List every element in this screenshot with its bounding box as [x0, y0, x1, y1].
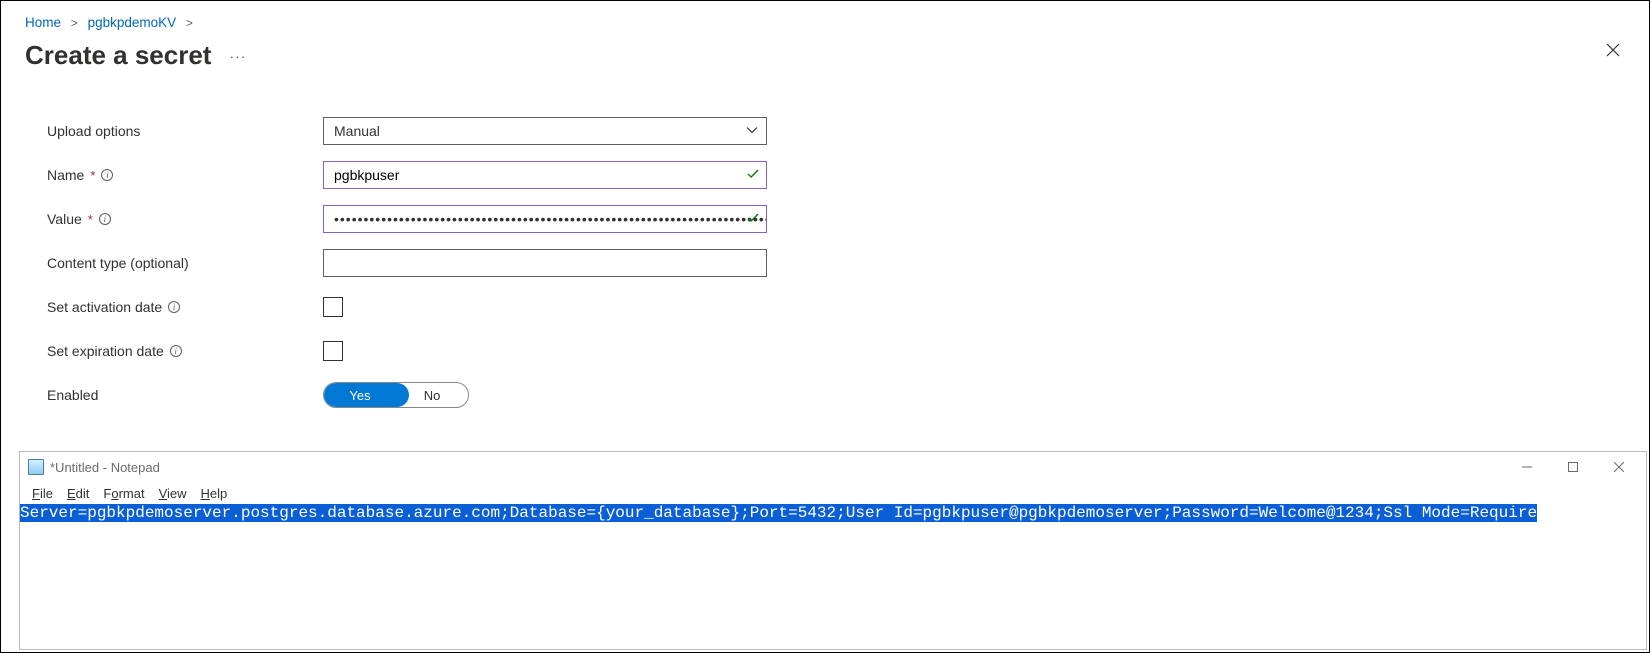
page-title: Create a secret: [25, 40, 211, 71]
minimize-button[interactable]: [1504, 452, 1550, 482]
upload-options-label: Upload options: [47, 123, 140, 139]
menu-file[interactable]: File: [26, 485, 59, 502]
value-input[interactable]: ••••••••••••••••••••••••••••••••••••••••…: [323, 205, 767, 233]
toggle-yes[interactable]: Yes: [324, 388, 396, 403]
breadcrumb-kv[interactable]: pgbkpdemoKV: [88, 15, 177, 30]
notepad-window: *Untitled - Notepad File Edit Format Vie…: [19, 451, 1647, 650]
info-icon[interactable]: i: [168, 301, 180, 313]
activation-date-checkbox[interactable]: [323, 297, 343, 317]
maximize-button[interactable]: [1550, 452, 1596, 482]
upload-options-value: Manual: [334, 123, 380, 139]
minimize-icon: [1522, 462, 1532, 472]
menu-edit[interactable]: Edit: [61, 485, 95, 502]
activation-date-label: Set activation date: [47, 299, 162, 315]
expiration-date-label: Set expiration date: [47, 343, 164, 359]
breadcrumb: Home > pgbkpdemoKV >: [1, 1, 1649, 34]
info-icon[interactable]: i: [170, 345, 182, 357]
enabled-label: Enabled: [47, 387, 98, 403]
required-mark: *: [88, 212, 93, 227]
chevron-down-icon: [746, 123, 758, 139]
notepad-editor[interactable]: Server=pgbkpdemoserver.postgres.database…: [20, 504, 1646, 649]
name-input[interactable]: [323, 161, 767, 189]
close-icon: [1606, 43, 1620, 57]
enabled-toggle[interactable]: Yes No: [323, 382, 469, 408]
more-button[interactable]: ···: [229, 48, 246, 64]
info-icon[interactable]: i: [99, 213, 111, 225]
info-icon[interactable]: i: [101, 169, 113, 181]
notepad-titlebar[interactable]: *Untitled - Notepad: [20, 452, 1646, 482]
notepad-text: Server=pgbkpdemoserver.postgres.database…: [20, 504, 1537, 522]
maximize-icon: [1568, 462, 1578, 472]
expiration-date-checkbox[interactable]: [323, 341, 343, 361]
name-label: Name: [47, 167, 84, 183]
notepad-icon: [28, 459, 44, 475]
close-button[interactable]: [1596, 452, 1642, 482]
required-mark: *: [90, 168, 95, 183]
notepad-title: *Untitled - Notepad: [50, 460, 160, 475]
close-button[interactable]: [1601, 38, 1625, 62]
breadcrumb-sep: >: [65, 16, 84, 30]
close-icon: [1614, 462, 1624, 472]
menu-view[interactable]: View: [153, 485, 193, 502]
menu-format[interactable]: Format: [97, 485, 150, 502]
upload-options-select[interactable]: Manual: [323, 117, 767, 145]
breadcrumb-sep: >: [180, 16, 199, 30]
notepad-menu: File Edit Format View Help: [20, 482, 1646, 504]
breadcrumb-home[interactable]: Home: [25, 15, 61, 30]
menu-help[interactable]: Help: [195, 485, 234, 502]
value-label: Value: [47, 211, 82, 227]
toggle-no[interactable]: No: [396, 388, 468, 403]
content-type-label: Content type (optional): [47, 255, 189, 271]
content-type-input[interactable]: [323, 249, 767, 277]
